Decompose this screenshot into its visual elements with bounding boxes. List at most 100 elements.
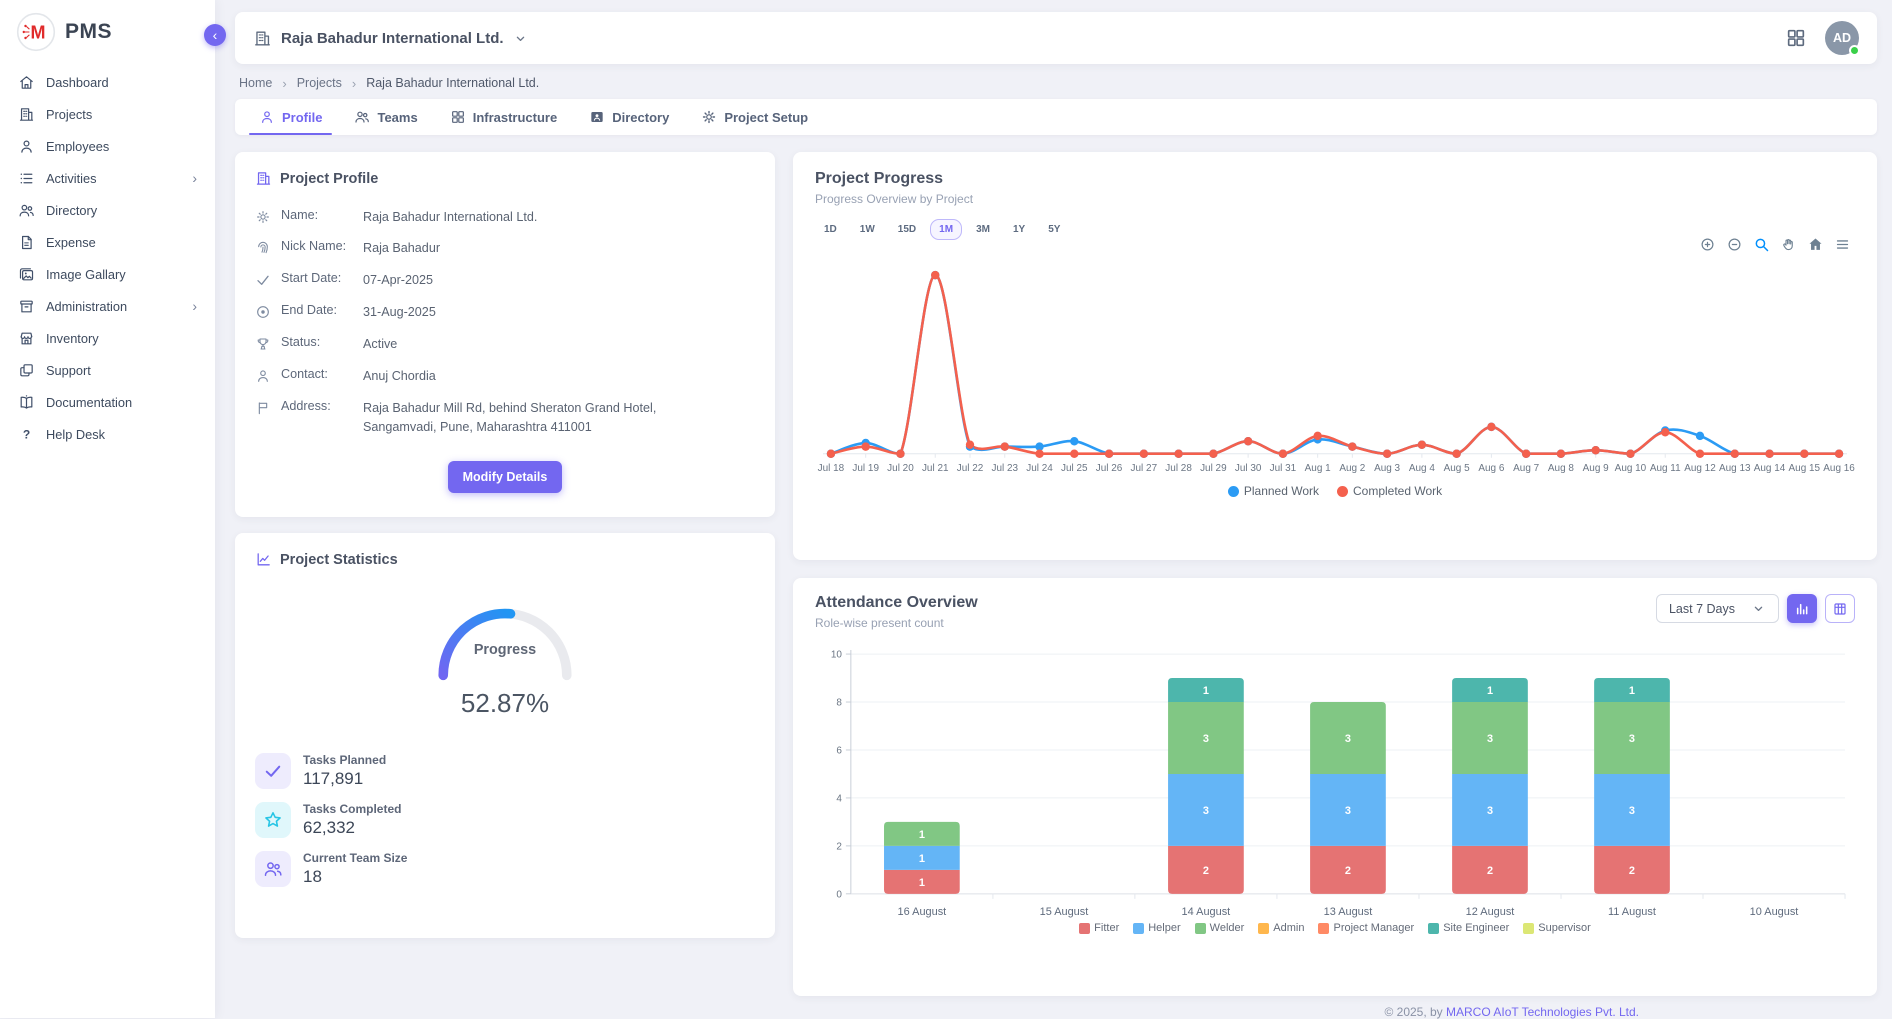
svg-text:?: ?	[23, 427, 30, 441]
pan-icon[interactable]	[1780, 236, 1797, 253]
field-label: Name:	[281, 208, 353, 222]
sidebar-item-dashboard[interactable]: Dashboard	[0, 66, 215, 98]
building-icon	[255, 170, 272, 187]
company-selector[interactable]: Raja Bahadur International Ltd.	[253, 29, 528, 48]
svg-text:1: 1	[1487, 685, 1493, 697]
zoom-in-icon[interactable]	[1699, 236, 1716, 253]
svg-text:1: 1	[919, 877, 925, 889]
home-icon	[18, 74, 35, 91]
sidebar-item-administration[interactable]: Administration ›	[0, 290, 215, 322]
field-label: Status:	[281, 335, 353, 349]
range-pill[interactable]: 1W	[851, 219, 884, 240]
list-icon	[18, 170, 35, 187]
range-pill[interactable]: 3M	[967, 219, 999, 240]
table-view-button[interactable]	[1825, 594, 1855, 623]
svg-text:Aug 4: Aug 4	[1409, 463, 1435, 474]
building-icon	[253, 29, 272, 48]
legend-item[interactable]: Completed Work	[1337, 484, 1442, 498]
person-icon	[18, 138, 35, 155]
sidebar-item-label: Inventory	[46, 331, 99, 346]
svg-text:Jul 20: Jul 20	[887, 463, 914, 474]
svg-text:Jul 21: Jul 21	[922, 463, 949, 474]
legend-item[interactable]: Welder	[1195, 922, 1245, 934]
card-subtitle: Role-wise present count	[815, 616, 978, 630]
date-range-select[interactable]: Last 7 Days	[1656, 594, 1779, 623]
field-status: Status: Active	[255, 329, 755, 361]
sidebar-item-inventory[interactable]: Inventory	[0, 322, 215, 354]
legend-item[interactable]: Admin	[1258, 922, 1304, 934]
tab-directory[interactable]: Directory	[573, 99, 685, 135]
svg-text:Aug 1: Aug 1	[1305, 463, 1331, 474]
menu-icon[interactable]	[1834, 236, 1851, 253]
person-icon	[259, 109, 275, 125]
sidebar-item-directory[interactable]: Directory	[0, 194, 215, 226]
svg-text:Jul 24: Jul 24	[1026, 463, 1053, 474]
tab-label: Project Setup	[724, 110, 808, 125]
app-logo[interactable]: M PMS	[0, 12, 215, 52]
tab-teams[interactable]: Teams	[338, 99, 433, 135]
svg-text:8: 8	[836, 698, 842, 709]
sidebar-item-projects[interactable]: Projects	[0, 98, 215, 130]
footer: © 2025, by MARCO AIoT Technologies Pvt. …	[793, 996, 1877, 1019]
sidebar-collapse-button[interactable]: ‹	[204, 24, 226, 46]
attendance-chart[interactable]: 024681011116 August15 August233114 Augus…	[815, 644, 1855, 918]
avatar[interactable]: AD	[1825, 21, 1859, 55]
project-profile-card: Project Profile Name: Raja Bahadur Inter…	[235, 152, 775, 517]
legend-item[interactable]: Planned Work	[1228, 484, 1319, 498]
sidebar-item-help-desk[interactable]: ? Help Desk	[0, 418, 215, 450]
field-nick-name: Nick Name: Raja Bahadur	[255, 233, 755, 265]
tab-infrastructure[interactable]: Infrastructure	[434, 99, 574, 135]
stat-tasks-completed: Tasks Completed 62,332	[255, 802, 755, 838]
apps-grid-icon[interactable]	[1785, 27, 1807, 49]
sidebar-item-documentation[interactable]: Documentation	[0, 386, 215, 418]
stat-value: 62,332	[303, 818, 401, 838]
people-icon	[354, 109, 370, 125]
modify-details-button[interactable]: Modify Details	[448, 461, 563, 493]
company-name: Raja Bahadur International Ltd.	[281, 30, 504, 47]
sidebar-item-support[interactable]: Support	[0, 354, 215, 386]
company-link[interactable]: MARCO AIoT Technologies Pvt. Ltd.	[1446, 1005, 1639, 1019]
sidebar-item-expense[interactable]: Expense	[0, 226, 215, 258]
tab-project-setup[interactable]: Project Setup	[685, 99, 824, 135]
svg-text:13 August: 13 August	[1324, 906, 1373, 918]
breadcrumb-home[interactable]: Home	[239, 76, 272, 90]
legend-item[interactable]: Project Manager	[1318, 922, 1414, 934]
field-end-date: End Date: 31-Aug-2025	[255, 297, 755, 329]
svg-text:Aug 16: Aug 16	[1823, 463, 1855, 474]
sidebar-item-employees[interactable]: Employees	[0, 130, 215, 162]
sidebar-item-image-gallery[interactable]: Image Gallary	[0, 258, 215, 290]
svg-text:M: M	[31, 23, 46, 43]
svg-text:3: 3	[1203, 805, 1209, 817]
reset-zoom-icon[interactable]	[1807, 236, 1824, 253]
svg-text:2: 2	[1203, 865, 1209, 877]
tab-profile[interactable]: Profile	[243, 99, 338, 135]
topbar-actions: AD	[1785, 21, 1859, 55]
legend-item[interactable]: Helper	[1133, 922, 1180, 934]
range-pill[interactable]: 1Y	[1004, 219, 1034, 240]
sidebar-item-activities[interactable]: Activities ›	[0, 162, 215, 194]
svg-text:3: 3	[1487, 733, 1493, 745]
zoom-out-icon[interactable]	[1726, 236, 1743, 253]
range-pill[interactable]: 15D	[889, 219, 925, 240]
id-card-icon	[589, 109, 605, 125]
range-pill[interactable]: 1M	[930, 219, 962, 240]
sidebar-item-label: Support	[46, 363, 91, 378]
selection-zoom-icon[interactable]	[1753, 236, 1770, 253]
svg-text:Jul 27: Jul 27	[1131, 463, 1158, 474]
tab-label: Profile	[282, 110, 322, 125]
svg-text:Jul 28: Jul 28	[1165, 463, 1192, 474]
card-subtitle: Progress Overview by Project	[815, 192, 1855, 206]
range-pill[interactable]: 5Y	[1039, 219, 1069, 240]
project-progress-chart[interactable]: Jul 18Jul 19Jul 20Jul 21Jul 22Jul 23Jul …	[815, 252, 1855, 484]
avatar-initials: AD	[1833, 31, 1851, 45]
star-icon	[255, 802, 291, 838]
legend-item[interactable]: Site Engineer	[1428, 922, 1509, 934]
range-pill[interactable]: 1D	[815, 219, 846, 240]
card-title: Project Progress	[815, 170, 1855, 188]
legend-item[interactable]: Fitter	[1079, 922, 1119, 934]
legend-item[interactable]: Supervisor	[1523, 922, 1591, 934]
bar-chart-view-button[interactable]	[1787, 594, 1817, 623]
attendance-controls: Last 7 Days	[1656, 594, 1855, 623]
breadcrumb-projects[interactable]: Projects	[297, 76, 342, 90]
project-statistics-card: Project Statistics Progress 52.8	[235, 533, 775, 938]
